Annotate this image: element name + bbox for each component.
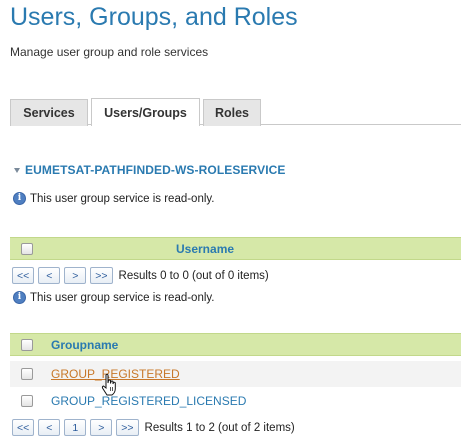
groups-grid-header: Groupname [10, 333, 461, 356]
table-row: GROUP_REGISTERED_LICENSED [10, 388, 461, 414]
tab-bar: Services Users/Groups Roles [10, 98, 461, 126]
tab-services[interactable]: Services [10, 99, 88, 126]
group-link[interactable]: GROUP_REGISTERED_LICENSED [51, 394, 246, 408]
tab-roles[interactable]: Roles [203, 99, 261, 126]
users-grid-header: Username [10, 237, 461, 260]
table-row: GROUP_REGISTERED [10, 361, 461, 387]
last-page-button[interactable]: >> [90, 267, 113, 284]
users-pager-info: Results 0 to 0 (out of 0 items) [118, 269, 269, 282]
groups-pager: << < 1 > >> Results 1 to 2 (out of 2 ite… [12, 419, 295, 436]
service-section-header[interactable]: EUMETSAT-PATHFINDED-WS-ROLESERVICE [14, 163, 286, 177]
row-checkbox[interactable] [21, 395, 33, 407]
users-pager: << < > >> Results 0 to 0 (out of 0 items… [12, 267, 269, 284]
service-name[interactable]: EUMETSAT-PATHFINDED-WS-ROLESERVICE [25, 163, 286, 177]
next-page-button[interactable]: > [90, 419, 113, 436]
next-page-button[interactable]: > [64, 267, 87, 284]
prev-page-button[interactable]: < [38, 419, 61, 436]
info-icon: i [13, 192, 26, 205]
groups-pager-info: Results 1 to 2 (out of 2 items) [144, 421, 295, 434]
select-all-users-checkbox[interactable] [21, 243, 33, 255]
first-page-button[interactable]: << [12, 267, 35, 284]
page-subtitle: Manage user group and role services [10, 45, 209, 59]
prev-page-button[interactable]: < [38, 267, 61, 284]
select-all-groups-checkbox[interactable] [21, 339, 33, 351]
last-page-button[interactable]: >> [116, 419, 139, 436]
triangle-down-icon[interactable] [14, 168, 20, 173]
page-1-button[interactable]: 1 [64, 419, 87, 436]
username-column-header[interactable]: Username [176, 242, 234, 256]
page-title: Users, Groups, and Roles [10, 3, 298, 31]
groupname-column-header[interactable]: Groupname [51, 338, 118, 352]
users-read-only-notice: i This user group service is read-only. [13, 291, 215, 304]
read-only-notice-text: This user group service is read-only. [30, 291, 215, 304]
first-page-button[interactable]: << [12, 419, 35, 436]
hand-pointer-icon [101, 373, 116, 396]
read-only-notice: i This user group service is read-only. [13, 192, 215, 205]
row-checkbox[interactable] [21, 368, 33, 380]
info-icon: i [13, 291, 26, 304]
read-only-notice-text: This user group service is read-only. [30, 192, 215, 205]
tab-users-groups[interactable]: Users/Groups [91, 98, 200, 126]
